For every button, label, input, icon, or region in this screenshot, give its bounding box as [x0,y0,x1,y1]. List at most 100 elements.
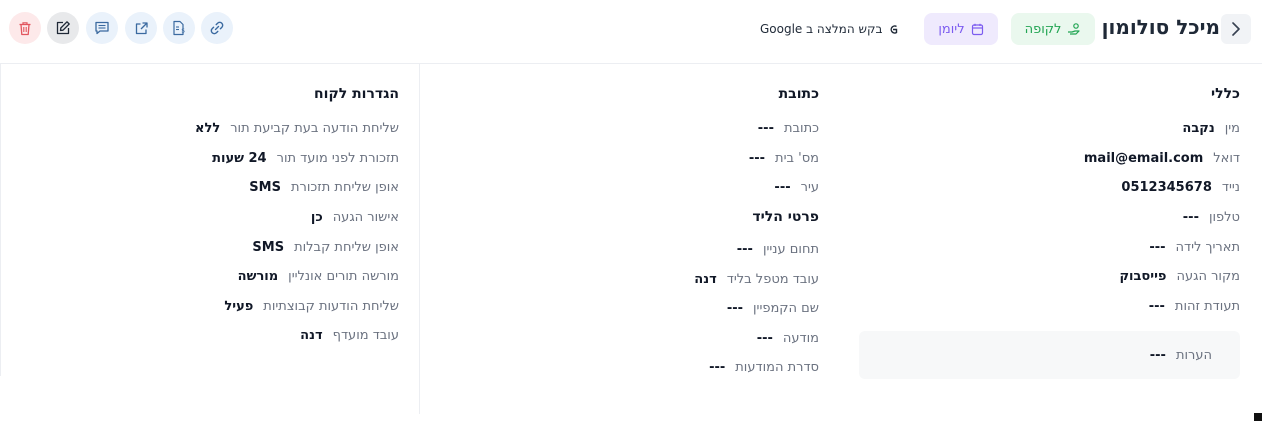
field-row: מין נקבה [859,114,1240,144]
field-value: mail@email.com [1083,150,1204,166]
field-value: --- [709,360,726,376]
field-label: אופן שליחת תזכורת [290,180,399,196]
field-label: עובד מועדף [332,328,399,344]
address-title: כתובת [778,86,819,102]
general-section: כללי מין נקבה דואל mail@email.com נייד 0512… [839,64,1262,414]
field-row: תחום עניין --- [440,235,819,265]
field-label: אופן שליחת קבלות [294,239,399,255]
field-value: פייסבוק [1119,269,1167,285]
field-value: --- [1149,239,1166,255]
field-value: --- [736,242,753,258]
field-value: --- [757,121,774,137]
field-value: 24 שעות [212,150,267,166]
notes-box: הערות --- [859,331,1240,380]
field-value: SMS [252,239,285,255]
to-diary-button[interactable]: ליומן [924,13,998,45]
field-value: מורשה [237,269,279,285]
edit-client-button[interactable] [47,12,79,44]
client-settings-section: הגדרות לקוח שליחת הודעה בעת קביעת תור ללא… [0,64,419,376]
calendar-icon [971,23,984,36]
invoice-icon: $ [171,20,187,36]
field-label: כתובת [783,121,819,137]
edit-icon [55,20,71,36]
field-value: כן [310,210,323,226]
field-label: תזכורת לפני מועד תור [276,150,399,166]
google-review-request-button[interactable]: בקש המלצה ב Google [760,18,898,40]
field-value: --- [774,180,791,196]
field-value: דנה [300,328,323,344]
lead-title: פרטי הליד [752,208,819,225]
field-value: ללא [195,121,221,137]
field-label: תאריך לידה [1175,239,1240,255]
field-value: --- [726,301,743,317]
field-value: --- [1148,298,1165,314]
field-row: כתובת --- [440,114,819,144]
to-diary-label: ליומן [938,21,965,37]
hand-coin-icon [1067,22,1081,36]
field-value: --- [748,150,766,166]
window-resize-corner [1254,413,1262,421]
field-row: סדרת המודעות --- [440,353,819,383]
field-row: אופן שליחת תזכורת SMS [21,173,399,203]
field-label: מקור הגעה [1176,269,1240,285]
to-checkout-button[interactable]: לקופה [1011,13,1095,45]
to-checkout-label: לקופה [1024,21,1062,37]
field-label: מס' בית [775,150,819,166]
field-label: מין [1224,121,1240,137]
field-label: נייד [1221,180,1240,196]
address-section: כתובת כתובת --- מס' בית --- עיר --- פרטי הל… [419,64,839,414]
field-label: אישור הגעה [332,210,399,226]
field-row: תאריך לידה --- [859,232,1240,262]
open-external-button[interactable] [125,12,157,44]
field-row: שליחת הודעות קבוצתיות פעיל [21,292,399,322]
field-row: אישור הגעה כן [21,203,399,233]
field-label: סדרת המודעות [735,360,819,376]
svg-text:$: $ [181,28,185,35]
field-row: שליחת הודעה בעת קביעת תור ללא [21,114,399,144]
field-label: עובד מטפל בליד [726,271,819,287]
field-row: תזכורת לפני מועד תור 24 שעות [21,144,399,174]
client-name: מיכל סולומון [1101,15,1220,39]
field-label: תעודת זהות [1174,298,1240,314]
field-value: --- [756,330,773,346]
field-row: דואל mail@email.com [859,144,1240,174]
field-row: מס' בית --- [440,144,819,174]
invoice-button[interactable]: $ [163,12,195,44]
client-header: מיכל סולומון לקופה ליומן בקש המלצה ב Goo… [0,0,1262,64]
google-icon [888,23,898,36]
notes-label: הערות [1175,347,1212,363]
field-label: טלפון [1208,210,1240,226]
field-label: עיר [800,180,819,196]
delete-client-button[interactable] [9,12,41,44]
field-row: עובד מועדף דנה [21,321,399,351]
field-row: שם הקמפיין --- [440,294,819,324]
field-value: --- [1182,210,1199,226]
field-label: שליחת הודעה בעת קביעת תור [230,121,399,137]
field-value: נקבה [1182,121,1215,137]
notes-value: --- [1149,347,1166,363]
field-value: 0512345678 [1121,180,1212,196]
field-label: דואל [1213,150,1240,166]
link-icon [209,20,225,36]
field-label: שם הקמפיין [753,301,819,317]
copy-link-button[interactable] [201,12,233,44]
field-label: שליחת הודעות קבוצתיות [263,298,399,314]
field-label: תחום עניין [762,242,819,258]
google-review-request-label: בקש המלצה ב Google [760,22,883,36]
field-row: מודעה --- [440,324,819,354]
field-row: תעודת זהות --- [859,292,1240,322]
field-row: טלפון --- [859,203,1240,233]
send-message-button[interactable] [86,12,118,44]
trash-icon [18,21,32,36]
field-label: מודעה [782,330,819,346]
field-value: פעיל [224,298,254,314]
field-row: אופן שליחת קבלות SMS [21,232,399,262]
field-row: מורשה תורים אונליין מורשה [21,262,399,292]
field-value: דנה [694,271,717,287]
field-row: עיר --- [440,173,819,203]
external-link-icon [134,21,149,36]
field-value: SMS [249,180,281,196]
field-row: מקור הגעה פייסבוק [859,262,1240,292]
general-title: כללי [1211,86,1240,102]
back-button[interactable] [1221,14,1251,44]
